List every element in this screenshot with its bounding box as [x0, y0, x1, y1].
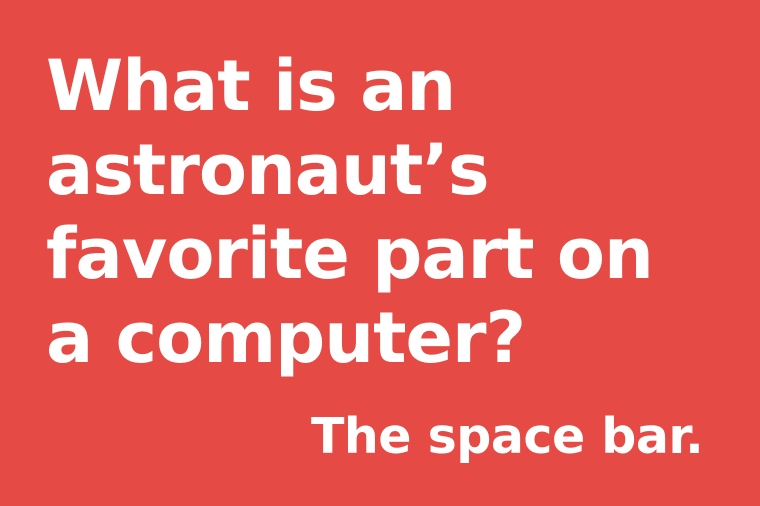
joke-card: What is an astronaut’s favorite part on …	[0, 0, 760, 506]
question-line-1: What is an	[46, 45, 456, 127]
question-line-4: a computer?	[46, 297, 526, 379]
answer-text: The space bar.	[311, 408, 704, 465]
question-line-3: favorite part on	[46, 213, 654, 295]
question-line-2: astronaut’s	[46, 129, 490, 211]
